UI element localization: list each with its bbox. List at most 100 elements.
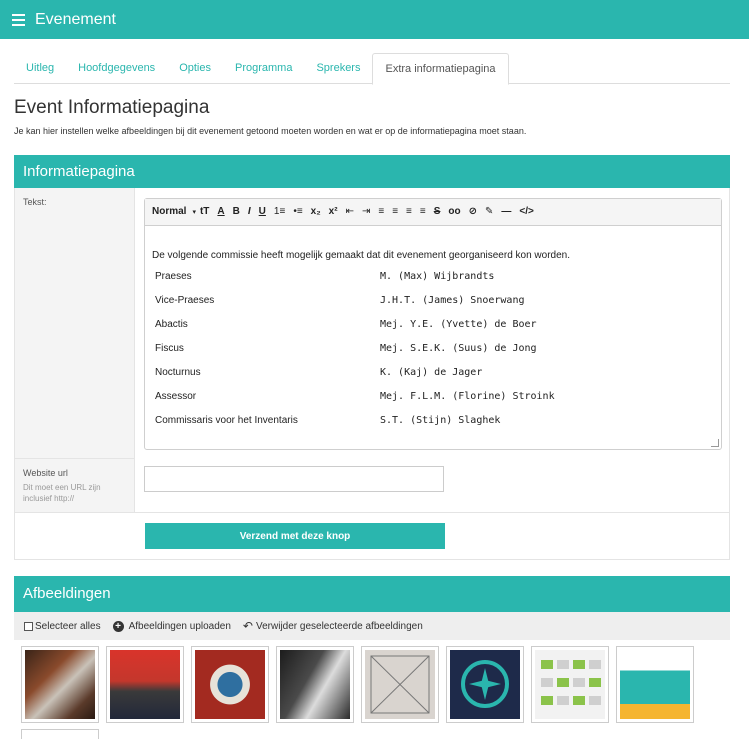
commissie-name: M. (Max) Wijbrandts — [380, 270, 495, 282]
chevron-down-icon[interactable]: ▾ — [192, 209, 196, 216]
commissie-row: Abactis Mej. Y.E. (Yvette) de Boer — [152, 312, 714, 336]
commissie-role: Nocturnus — [155, 366, 201, 378]
info-panel-header: Informatiepagina — [14, 155, 730, 188]
tekst-label-text: Tekst: — [23, 197, 47, 207]
image-thumbnail-2[interactable] — [106, 646, 184, 723]
tekst-label: Tekst: — [15, 188, 135, 458]
code-view-icon[interactable]: </> — [519, 207, 533, 217]
top-bar: Evenement — [0, 0, 749, 39]
resize-handle[interactable] — [711, 439, 719, 447]
upload-images-button[interactable]: + Afbeeldingen uploaden — [112, 620, 231, 632]
app-title: Evenement — [35, 10, 116, 28]
checkbox-icon[interactable] — [24, 621, 33, 631]
commissie-role: Commissaris voor het Inventaris — [155, 414, 298, 426]
outdent-icon[interactable]: ⇤ — [346, 207, 354, 217]
commissie-role: Abactis — [155, 318, 188, 330]
website-url-input[interactable] — [144, 466, 444, 492]
plus-circle-icon: + — [112, 620, 124, 632]
drawing-sketch-icon — [370, 655, 430, 714]
menu-icon[interactable] — [12, 13, 25, 26]
horizontal-rule-icon[interactable]: — — [501, 207, 511, 217]
text-color-icon[interactable]: A — [217, 207, 224, 217]
tab-programma[interactable]: Programma — [223, 53, 304, 84]
commissie-name: Mej. Y.E. (Yvette) de Boer — [380, 318, 537, 330]
commissie-role: Assessor — [155, 390, 197, 402]
italic-icon[interactable]: I — [248, 207, 251, 217]
image-thumbnail-9[interactable] — [21, 729, 99, 739]
align-left-icon[interactable]: ≡ — [378, 207, 384, 217]
image-thumbnail-8[interactable] — [616, 646, 694, 723]
select-all-label: Selecteer alles — [35, 620, 101, 632]
screenshot-app-image — [620, 650, 690, 719]
commissie-row: Commissaris voor het Inventaris S.T. (St… — [152, 408, 714, 432]
link-icon[interactable]: oo — [448, 207, 460, 217]
clear-format-icon[interactable]: ✎ — [485, 207, 493, 217]
images-panel-header: Afbeeldingen — [14, 576, 730, 612]
commissie-name: J.H.T. (James) Snoerwang — [380, 294, 525, 306]
indent-icon[interactable]: ⇥ — [362, 207, 370, 217]
commissie-role: Fiscus — [155, 342, 184, 354]
grid-screenshot-icon — [541, 660, 601, 705]
submit-button[interactable]: Verzend met deze knop — [145, 523, 445, 549]
strikethrough-icon[interactable]: S — [434, 207, 441, 217]
tab-extra-informatiepagina[interactable]: Extra informatiepagina — [372, 53, 509, 85]
tab-bar: Uitleg Hoofdgegevens Opties Programma Sp… — [14, 53, 730, 85]
tab-opties[interactable]: Opties — [167, 53, 223, 84]
align-center-icon[interactable]: ≡ — [392, 207, 398, 217]
upload-label: Afbeeldingen uploaden — [128, 620, 231, 632]
photo-party-image — [280, 650, 350, 719]
photo-group-image — [110, 650, 180, 719]
superscript-icon[interactable]: x² — [329, 207, 338, 217]
editor-content[interactable]: De volgende commissie heeft mogelijk gem… — [145, 226, 721, 432]
delete-selected-label: Verwijder geselecteerde afbeeldingen — [255, 620, 423, 632]
divider — [15, 512, 729, 513]
bold-icon[interactable]: B — [233, 207, 240, 217]
image-thumbnail-1[interactable] — [21, 646, 99, 723]
image-thumbnail-5[interactable] — [361, 646, 439, 723]
undo-icon: ↶ — [242, 619, 253, 633]
commissie-name: Mej. S.E.K. (Suus) de Jong — [380, 342, 537, 354]
editor-toolbar: Normal ▾ tT A B I U 1≡ •≡ x₂ x² ⇤ ⇥ ≡ ≡ … — [145, 199, 721, 226]
align-right-icon[interactable]: ≡ — [406, 207, 412, 217]
commissie-name: S.T. (Stijn) Slaghek — [380, 414, 501, 426]
ordered-list-icon[interactable]: 1≡ — [274, 207, 285, 217]
commissie-role: Praeses — [155, 270, 192, 282]
select-all-button[interactable]: Selecteer alles — [24, 621, 101, 632]
screenshot-grid-image — [535, 650, 605, 719]
text-size-icon[interactable]: tT — [200, 207, 209, 217]
image-thumbnail-3[interactable] — [191, 646, 269, 723]
subscript-icon[interactable]: x₂ — [311, 207, 321, 217]
photo-theatre-image — [25, 650, 95, 719]
unlink-icon[interactable]: ⊘ — [469, 207, 477, 217]
image-thumbnail-7[interactable] — [531, 646, 609, 723]
format-select[interactable]: Normal — [152, 207, 186, 217]
page-title: Event Informatiepagina — [14, 97, 210, 118]
website-label-cell: Website url Dit moet een URL zijn inclus… — [15, 458, 135, 512]
compass-icon — [461, 660, 509, 708]
website-hint: Dit moet een URL zijn inclusief http:// — [23, 483, 101, 503]
tab-uitleg[interactable]: Uitleg — [14, 53, 66, 84]
bullet-list-icon[interactable]: •≡ — [293, 207, 302, 217]
info-panel-body: Tekst: Normal ▾ tT A B I U 1≡ •≡ x₂ x² ⇤… — [14, 188, 730, 560]
tab-hoofdgegevens[interactable]: Hoofdgegevens — [66, 53, 167, 84]
page-description: Je kan hier instellen welke afbeeldingen… — [14, 126, 527, 136]
underline-icon[interactable]: U — [259, 207, 266, 217]
commissie-name: Mej. F.L.M. (Florine) Stroink — [380, 390, 555, 402]
commissie-row: Nocturnus K. (Kaj) de Jager — [152, 360, 714, 384]
rich-text-editor[interactable]: Normal ▾ tT A B I U 1≡ •≡ x₂ x² ⇤ ⇥ ≡ ≡ … — [144, 198, 722, 450]
image-thumbnail-6[interactable] — [446, 646, 524, 723]
image-thumbnail-4[interactable] — [276, 646, 354, 723]
delete-selected-button[interactable]: ↶ Verwijder geselecteerde afbeeldingen — [243, 619, 423, 633]
align-justify-icon[interactable]: ≡ — [420, 207, 426, 217]
editor-intro-text: De volgende commissie heeft mogelijk gem… — [152, 250, 571, 261]
photo-crest-image — [195, 650, 265, 719]
commissie-row: Praeses M. (Max) Wijbrandts — [152, 264, 714, 288]
images-toolbar: Selecteer alles + Afbeeldingen uploaden … — [14, 612, 730, 640]
commissie-name: K. (Kaj) de Jager — [380, 366, 483, 378]
commissie-row: Fiscus Mej. S.E.K. (Suus) de Jong — [152, 336, 714, 360]
commissie-row: Vice-Praeses J.H.T. (James) Snoerwang — [152, 288, 714, 312]
logo-compass-image — [450, 650, 520, 719]
commissie-role: Vice-Praeses — [155, 294, 215, 306]
photo-drawing-image — [365, 650, 435, 719]
tab-sprekers[interactable]: Sprekers — [304, 53, 372, 84]
